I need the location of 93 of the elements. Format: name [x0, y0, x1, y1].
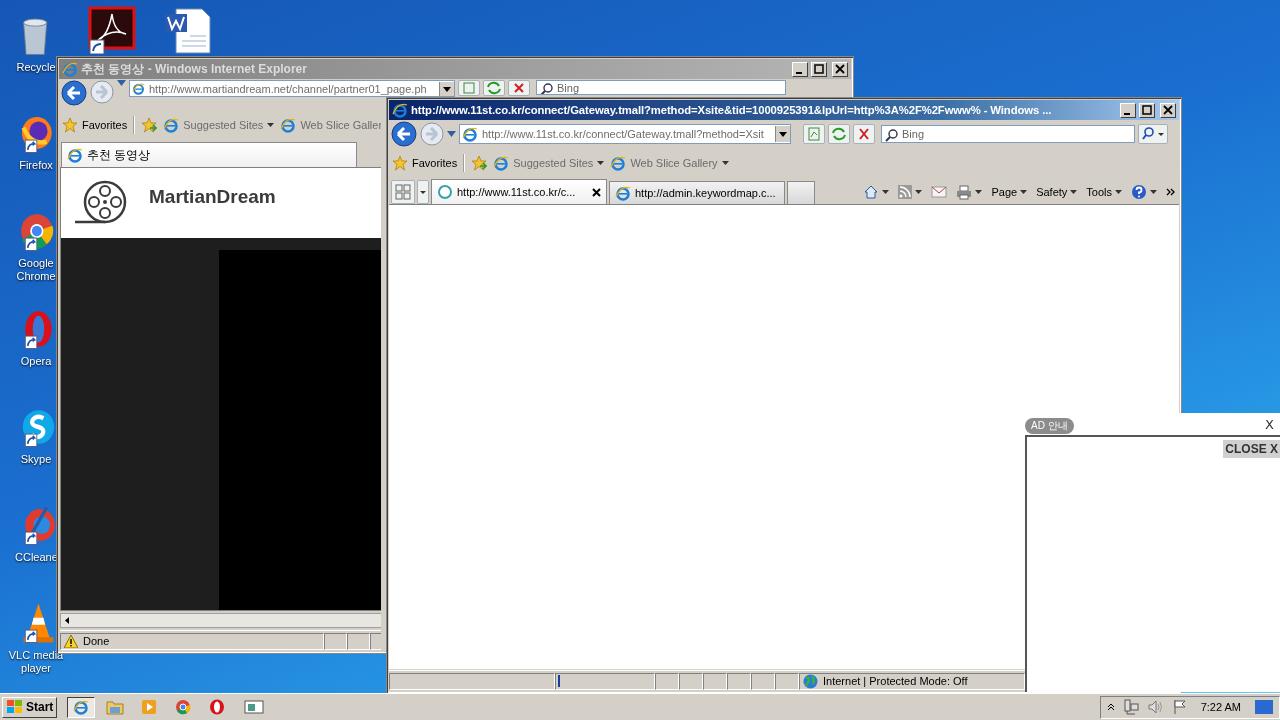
warning-icon [64, 634, 78, 648]
caret-icon [1070, 190, 1078, 194]
maximize-icon[interactable] [1139, 102, 1155, 118]
favorites-button[interactable]: Favorites [62, 117, 128, 133]
stop-icon[interactable] [853, 124, 875, 144]
desktop-icon-label[interactable]: CCleane [15, 551, 57, 564]
mail-icon[interactable] [931, 186, 948, 198]
status-bar-cell [703, 672, 727, 690]
refresh-icon[interactable] [828, 124, 850, 144]
command-menu[interactable]: Page [991, 186, 1028, 198]
status-text: Done [83, 635, 110, 647]
page-icon [280, 117, 297, 133]
home-icon[interactable] [863, 184, 890, 200]
browser-tab[interactable]: 추천 동영상 [61, 142, 357, 167]
back-button[interactable] [391, 121, 417, 147]
new-tab-button[interactable] [787, 181, 815, 204]
page-icon [493, 155, 510, 171]
favorites-button[interactable]: Favorites [392, 155, 458, 171]
close-icon[interactable] [832, 61, 848, 77]
close-button[interactable]: CLOSE X [1223, 440, 1280, 458]
caret-icon [882, 190, 890, 194]
ie-icon [392, 102, 408, 118]
pdf-app-icon[interactable] [88, 6, 136, 54]
window-title: 추천 동영상 - Windows Internet Explorer [81, 60, 308, 78]
print-icon[interactable] [956, 184, 983, 200]
browser-tab[interactable]: http://www.11st.co.kr/c... [431, 179, 607, 204]
maximize-icon[interactable] [811, 61, 827, 77]
taskbar-app-icon[interactable] [67, 696, 96, 718]
dropdown-icon[interactable] [775, 126, 790, 142]
status-bar-cell [751, 672, 775, 690]
ad-badge: AD 안내 [1025, 418, 1074, 434]
page-icon [610, 155, 627, 171]
address-field[interactable]: http://www.martiandream.net/channel/partner01_page.ph [129, 80, 455, 97]
windows-logo-icon [6, 699, 24, 715]
minimize-icon[interactable] [792, 61, 808, 77]
desktop-icon-label[interactable]: Opera [20, 355, 52, 368]
search-icon[interactable] [1138, 124, 1168, 144]
tab-list-icon[interactable] [417, 180, 429, 204]
desktop-icon-label[interactable]: Recycle [16, 61, 56, 74]
volume-icon[interactable] [1146, 699, 1165, 715]
page-icon [132, 82, 145, 95]
command-menu[interactable]: Tools [1086, 186, 1122, 198]
stop-icon[interactable] [508, 80, 530, 96]
status-bar-cell [370, 632, 381, 650]
status-text: Internet | Protected Mode: Off [823, 675, 968, 687]
search-field[interactable]: Bing [881, 125, 1135, 143]
caret-icon [915, 190, 923, 194]
desktop-icon-label[interactable]: Firefox [19, 159, 53, 172]
quick-tabs-icon[interactable] [391, 180, 415, 204]
compatibility-icon[interactable] [803, 124, 825, 144]
window-title: http://www.11st.co.kr/connect/Gateway.tmall?method=Xsite&tid=1000925391&lpUrl=http%3A%2F%2Fwww% - Windows ... [411, 104, 1053, 116]
network-icon[interactable] [1122, 699, 1139, 715]
ie-icon [73, 699, 90, 715]
star-icon[interactable] [62, 117, 78, 133]
ie-icon [62, 61, 78, 77]
address-field[interactable]: http://www.11st.co.kr/connect/Gateway.tmall?method=Xsit [459, 124, 791, 144]
globe-icon [803, 673, 818, 689]
caret-icon [1150, 190, 1157, 194]
status-bar-cell [679, 672, 703, 690]
page-icon [163, 117, 180, 133]
horizontal-scrollbar[interactable] [60, 613, 381, 628]
page-icon [462, 126, 478, 142]
minimize-icon[interactable] [1120, 102, 1136, 118]
close-icon[interactable] [1160, 102, 1176, 118]
star-icon[interactable] [392, 155, 408, 171]
back-button[interactable] [61, 80, 87, 106]
start-button[interactable]: Start [2, 696, 58, 718]
favorites-bar-link[interactable]: Web Slice Galler [280, 117, 381, 133]
browser-tab[interactable]: http://admin.keywordmap.c... [609, 181, 785, 204]
command-menu[interactable]: Safety [1036, 186, 1078, 198]
favorites-bar-link[interactable]: Suggested Sites [163, 117, 275, 133]
caret-icon [975, 190, 983, 194]
search-field[interactable]: Bing [536, 80, 786, 95]
flag-icon[interactable] [1172, 699, 1187, 715]
dropdown-icon[interactable] [439, 81, 454, 96]
favorites-bar-link[interactable]: Web Slice Gallery [610, 155, 729, 171]
status-bar-cell [347, 632, 370, 650]
chevron-up-icon[interactable] [1106, 703, 1115, 711]
document-icon[interactable] [164, 8, 212, 54]
desktop-icon-label[interactable]: Skype [20, 453, 52, 466]
more-icon[interactable] [1166, 188, 1175, 196]
status-bar-cell [727, 672, 751, 690]
favorites-bar-link[interactable]: Suggested Sites [493, 155, 605, 171]
close-button[interactable]: X [1265, 416, 1274, 432]
close-tab-icon[interactable] [592, 187, 601, 197]
caret-icon [1020, 190, 1028, 194]
help-icon[interactable] [1131, 184, 1157, 200]
site-logo[interactable]: MartianDream [149, 186, 276, 208]
caret-icon [1115, 190, 1122, 194]
clock[interactable]: 7:22 AM [1200, 701, 1241, 713]
feeds-icon[interactable] [898, 185, 923, 199]
desktop-icon-label[interactable]: Google Chrome [15, 257, 57, 283]
refresh-icon[interactable] [483, 80, 505, 96]
